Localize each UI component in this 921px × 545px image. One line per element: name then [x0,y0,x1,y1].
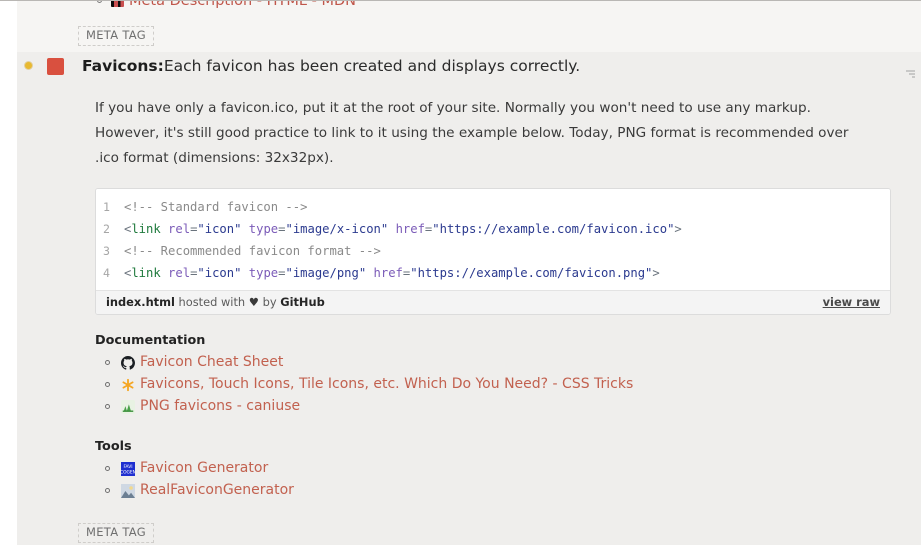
severity-marker-icon [47,58,64,75]
tools-group-title: Tools [95,439,921,454]
resource-link[interactable]: Favicon Cheat Sheet [140,351,283,373]
gist-footer-credit: index.html hosted with ♥ by GitHub [106,295,325,309]
favicon-generator-icon: FAVICOGEN [121,461,135,475]
gist-host-name[interactable]: GitHub [280,295,325,309]
code-line: 1<!-- Standard favicon --> [96,196,890,218]
list-item: Favicons, Touch Icons, Tile Icons, etc. … [95,373,921,395]
list-bullet-icon [105,404,110,409]
heart-icon: ♥ [249,295,259,309]
code-line: 2<link rel="icon" type="image/x-icon" hr… [96,218,890,240]
previous-item-link-row[interactable]: Meta Description - HTML - MDN [97,1,356,9]
mdn-icon [111,1,124,7]
github-icon [121,355,135,369]
code-line-number: 4 [96,262,124,284]
favicons-item-badge-wrap: META TAG [17,501,921,543]
gist-filename[interactable]: index.html [106,295,175,309]
left-gutter [0,1,17,545]
meta-tag-badge[interactable]: META TAG [78,26,154,46]
list-bullet-icon [97,1,102,3]
status-dot-icon [25,62,32,69]
resource-link[interactable]: Favicons, Touch Icons, Tile Icons, etc. … [140,373,633,395]
list-item: RealFaviconGenerator [95,479,921,501]
list-item: PNG favicons - caniuse [95,395,921,417]
svg-text:FAVI: FAVI [123,464,132,470]
previous-item-link-label[interactable]: Meta Description - HTML - MDN [129,1,356,9]
code-line: 3<!-- Recommended favicon format --> [96,240,890,262]
css-tricks-asterisk-icon [121,377,135,391]
code-line-text: <link rel="icon" type="image/png" href="… [124,262,660,284]
realfavicongenerator-icon [121,483,135,497]
list-bullet-icon [105,466,110,471]
code-line-text: <link rel="icon" type="image/x-icon" hre… [124,218,682,240]
favicons-item-title-rest: Each favicon has been created and displa… [164,57,580,75]
code-lines-container: 1<!-- Standard favicon -->2<link rel="ic… [96,189,890,290]
gist-hosted-with-label: hosted with [179,295,246,309]
documentation-group: Documentation Favicon Cheat SheetFavicon… [17,333,921,501]
tools-link-list: FAVICOGEN Favicon GeneratorRealFaviconGen… [95,457,921,501]
code-line-number: 2 [96,218,124,240]
favicons-check-item: Favicons:Each favicon has been created a… [17,52,921,545]
favicons-item-title-strong: Favicons: [82,57,164,75]
gist-footer: index.html hosted with ♥ by GitHub view … [96,290,890,314]
list-bullet-icon [105,488,110,493]
favicons-description-paragraph: If you have only a favicon.ico, put it a… [17,82,897,175]
code-snippet-gist: 1<!-- Standard favicon -->2<link rel="ic… [95,188,891,315]
list-item: Favicon Cheat Sheet [95,351,921,373]
page-root: Meta Description - HTML - MDN META TAG F… [0,0,921,545]
resource-link[interactable]: RealFaviconGenerator [140,479,294,501]
code-line-text: <!-- Recommended favicon format --> [124,240,381,262]
meta-tag-badge[interactable]: META TAG [78,523,154,543]
code-line-text: <!-- Standard favicon --> [124,196,307,218]
previous-item-tail: Meta Description - HTML - MDN META TAG [17,1,921,52]
favicons-item-title: Favicons:Each favicon has been created a… [82,56,580,77]
code-line: 4<link rel="icon" type="image/png" href=… [96,262,890,284]
gist-by-label: by [263,295,277,309]
svg-text:COGEN: COGEN [121,469,135,475]
list-item: FAVICOGEN Favicon Generator [95,457,921,479]
view-raw-link[interactable]: view raw [823,295,880,309]
caniuse-icon [121,399,135,413]
documentation-group-title: Documentation [95,333,921,348]
list-bullet-icon [105,360,110,365]
code-line-number: 3 [96,240,124,262]
resource-link[interactable]: PNG favicons - caniuse [140,395,300,417]
resource-link[interactable]: Favicon Generator [140,457,268,479]
previous-item-badge-wrap: META TAG [78,24,154,46]
code-line-number: 1 [96,196,124,218]
documentation-link-list: Favicon Cheat SheetFavicons, Touch Icons… [95,351,921,417]
report-content-column: Meta Description - HTML - MDN META TAG F… [17,1,921,545]
favicons-item-header: Favicons:Each favicon has been created a… [17,52,921,82]
resize-grip-icon[interactable] [904,68,915,79]
list-bullet-icon [105,382,110,387]
